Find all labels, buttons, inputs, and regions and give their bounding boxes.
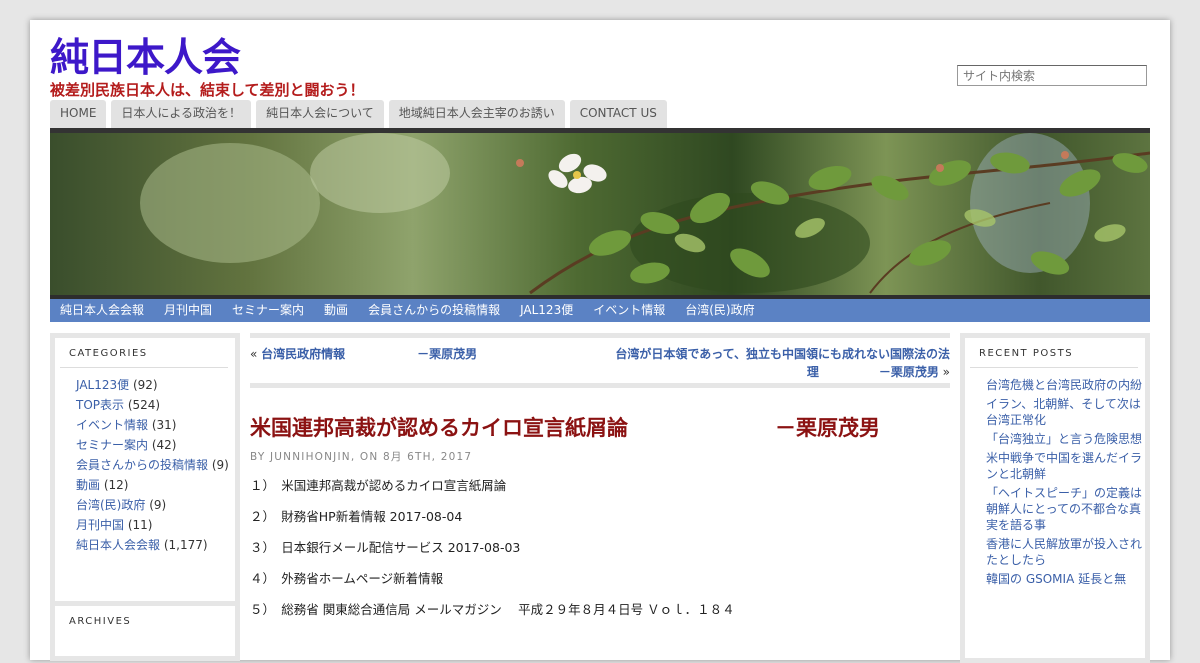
- post-body: １） 米国連邦高裁が認めるカイロ宣言紙屑論 ２） 財務省HP新着情報 2017-…: [250, 478, 950, 633]
- post-list-item: ４） 外務省ホームページ新着情報: [250, 571, 444, 586]
- post-navigation: « 台湾民政府情報 －栗原茂男 台湾が日本領であって、独立も中国領にも成れない国…: [250, 333, 950, 388]
- category-count: (9): [211, 458, 229, 472]
- post-list-item: ３） 日本銀行メール配信サービス 2017-08-03: [250, 540, 521, 555]
- category-nav: 純日本人会会報 月刊中国 セミナー案内 動画 会員さんからの投稿情報 JAL12…: [50, 295, 1150, 322]
- category-count: (524): [127, 398, 161, 412]
- recent-post-item: 香港に人民解放軍が投入されたとしたら: [986, 536, 1145, 568]
- post-title[interactable]: 米国連邦高裁が認めるカイロ宣言紙屑論 －栗原茂男: [250, 412, 880, 442]
- category-count: (12): [103, 478, 129, 492]
- category-nav-item[interactable]: JAL123便: [510, 299, 583, 322]
- previous-post-link[interactable]: « 台湾民政府情報 －栗原茂男: [250, 345, 477, 362]
- next-post-title[interactable]: 台湾が日本領であって、独立も中国領にも成れない国際法の法理 －栗原茂男: [615, 347, 950, 379]
- category-list-item: 動画 (12): [76, 477, 235, 493]
- category-count: (92): [132, 378, 158, 392]
- category-nav-item[interactable]: 会員さんからの投稿情報: [358, 299, 510, 322]
- category-list-item: TOP表示 (524): [76, 397, 235, 413]
- recent-post-item: イラン、北朝鮮、そして次は台湾正常化: [986, 396, 1145, 428]
- category-count: (9): [149, 498, 167, 512]
- post-list-item: ２） 財務省HP新着情報 2017-08-04: [250, 509, 463, 524]
- recent-post-item: 「台湾独立」と言う危険思想: [986, 431, 1145, 447]
- category-count: (31): [151, 418, 177, 432]
- prev-arrow: «: [250, 347, 258, 361]
- nav-tab-contact[interactable]: CONTACT US: [569, 100, 667, 128]
- recent-posts-widget-title: RECENT POSTS: [970, 338, 1138, 368]
- recent-post-item: 「ヘイトスピーチ」の定義は朝鮮人にとっての不都合な真実を語る事: [986, 485, 1145, 533]
- next-post-link[interactable]: 台湾が日本領であって、独立も中国領にも成れない国際法の法理 －栗原茂男 »: [610, 345, 950, 381]
- site-title[interactable]: 純日本人会: [50, 36, 241, 82]
- recent-post-link[interactable]: 韓国の GSOMIA 延長と無: [986, 572, 1126, 586]
- nav-tab-invitation[interactable]: 地域純日本人会主宰のお誘い: [388, 100, 565, 128]
- category-nav-item[interactable]: セミナー案内: [222, 299, 314, 322]
- nav-tab-politics[interactable]: 日本人による政治を！: [111, 100, 252, 128]
- main-content: « 台湾民政府情報 －栗原茂男 台湾が日本領であって、独立も中国領にも成れない国…: [250, 333, 950, 617]
- category-count: (42): [151, 438, 177, 452]
- nav-tab-home[interactable]: HOME: [50, 100, 107, 128]
- next-arrow: »: [942, 365, 950, 379]
- category-nav-item[interactable]: 台湾(民)政府: [675, 299, 764, 322]
- previous-post-title[interactable]: 台湾民政府情報 －栗原茂男: [261, 347, 477, 361]
- category-nav-item[interactable]: 動画: [314, 299, 358, 322]
- header-banner-image: [50, 133, 1150, 295]
- main-nav: HOME 日本人による政治を！ 純日本人会について 地域純日本人会主宰のお誘い …: [50, 100, 667, 128]
- recent-post-link[interactable]: 「ヘイトスピーチ」の定義は朝鮮人にとっての不都合な真実を語る事: [986, 486, 1142, 532]
- post-meta: BY JUNNIHONJIN, ON 8月 6TH, 2017: [250, 451, 473, 463]
- category-list-item: セミナー案内 (42): [76, 437, 235, 453]
- recent-post-item: 韓国の GSOMIA 延長と無: [986, 571, 1145, 587]
- category-link[interactable]: 会員さんからの投稿情報: [76, 458, 208, 472]
- site-description: 被差別民族日本人は、結束して差別と闘おう！: [50, 81, 365, 99]
- category-nav-item[interactable]: 純日本人会会報: [50, 299, 154, 322]
- category-list-item: 台湾(民)政府 (9): [76, 497, 235, 513]
- category-count: (1,177): [163, 538, 208, 552]
- category-link[interactable]: JAL123便: [76, 378, 129, 392]
- categories-widget: CATEGORIES JAL123便 (92) TOP表示 (524) イベント…: [50, 333, 240, 612]
- archives-widget: ARCHIVES: [50, 601, 240, 661]
- search-input[interactable]: [957, 65, 1147, 86]
- category-link[interactable]: 純日本人会会報: [76, 538, 160, 552]
- recent-post-link[interactable]: イラン、北朝鮮、そして次は台湾正常化: [986, 397, 1141, 427]
- category-nav-item[interactable]: 月刊中国: [154, 299, 222, 322]
- nav-tab-about[interactable]: 純日本人会について: [256, 100, 384, 128]
- category-link[interactable]: 月刊中国: [76, 518, 124, 532]
- post-list-item: １） 米国連邦高裁が認めるカイロ宣言紙屑論: [250, 478, 507, 493]
- category-list-item: JAL123便 (92): [76, 377, 235, 393]
- category-list-item: 純日本人会会報 (1,177): [76, 537, 235, 553]
- recent-post-link[interactable]: 「台湾独立」と言う危険思想: [986, 432, 1142, 446]
- recent-post-link[interactable]: 米中戦争で中国を選んだイランと北朝鮮: [986, 451, 1142, 481]
- category-list-item: 会員さんからの投稿情報 (9): [76, 457, 235, 473]
- category-link[interactable]: イベント情報: [76, 418, 148, 432]
- category-list-item: 月刊中国 (11): [76, 517, 235, 533]
- category-count: (11): [127, 518, 153, 532]
- page-container: 純日本人会 被差別民族日本人は、結束して差別と闘おう！ HOME 日本人による政…: [30, 20, 1170, 663]
- category-link[interactable]: 台湾(民)政府: [76, 498, 145, 512]
- category-list-item: イベント情報 (31): [76, 417, 235, 433]
- recent-post-link[interactable]: 台湾危機と台湾民政府の内紛: [986, 378, 1142, 392]
- category-link[interactable]: セミナー案内: [76, 438, 148, 452]
- category-nav-item[interactable]: イベント情報: [583, 299, 675, 322]
- recent-post-item: 台湾危機と台湾民政府の内紛: [986, 377, 1145, 393]
- recent-post-item: 米中戦争で中国を選んだイランと北朝鮮: [986, 450, 1145, 482]
- post-list-item: ５） 総務省 関東総合通信局 メールマガジン 平成２９年８月４日号 Ｖｏｌ．１８…: [250, 602, 735, 617]
- recent-post-link[interactable]: 香港に人民解放軍が投入されたとしたら: [986, 537, 1142, 567]
- category-link[interactable]: TOP表示: [76, 398, 124, 412]
- archives-widget-title: ARCHIVES: [69, 616, 132, 627]
- recent-posts-widget: RECENT POSTS 台湾危機と台湾民政府の内紛 イラン、北朝鮮、そして次は…: [960, 333, 1150, 663]
- category-link[interactable]: 動画: [76, 478, 100, 492]
- categories-widget-title: CATEGORIES: [60, 338, 228, 368]
